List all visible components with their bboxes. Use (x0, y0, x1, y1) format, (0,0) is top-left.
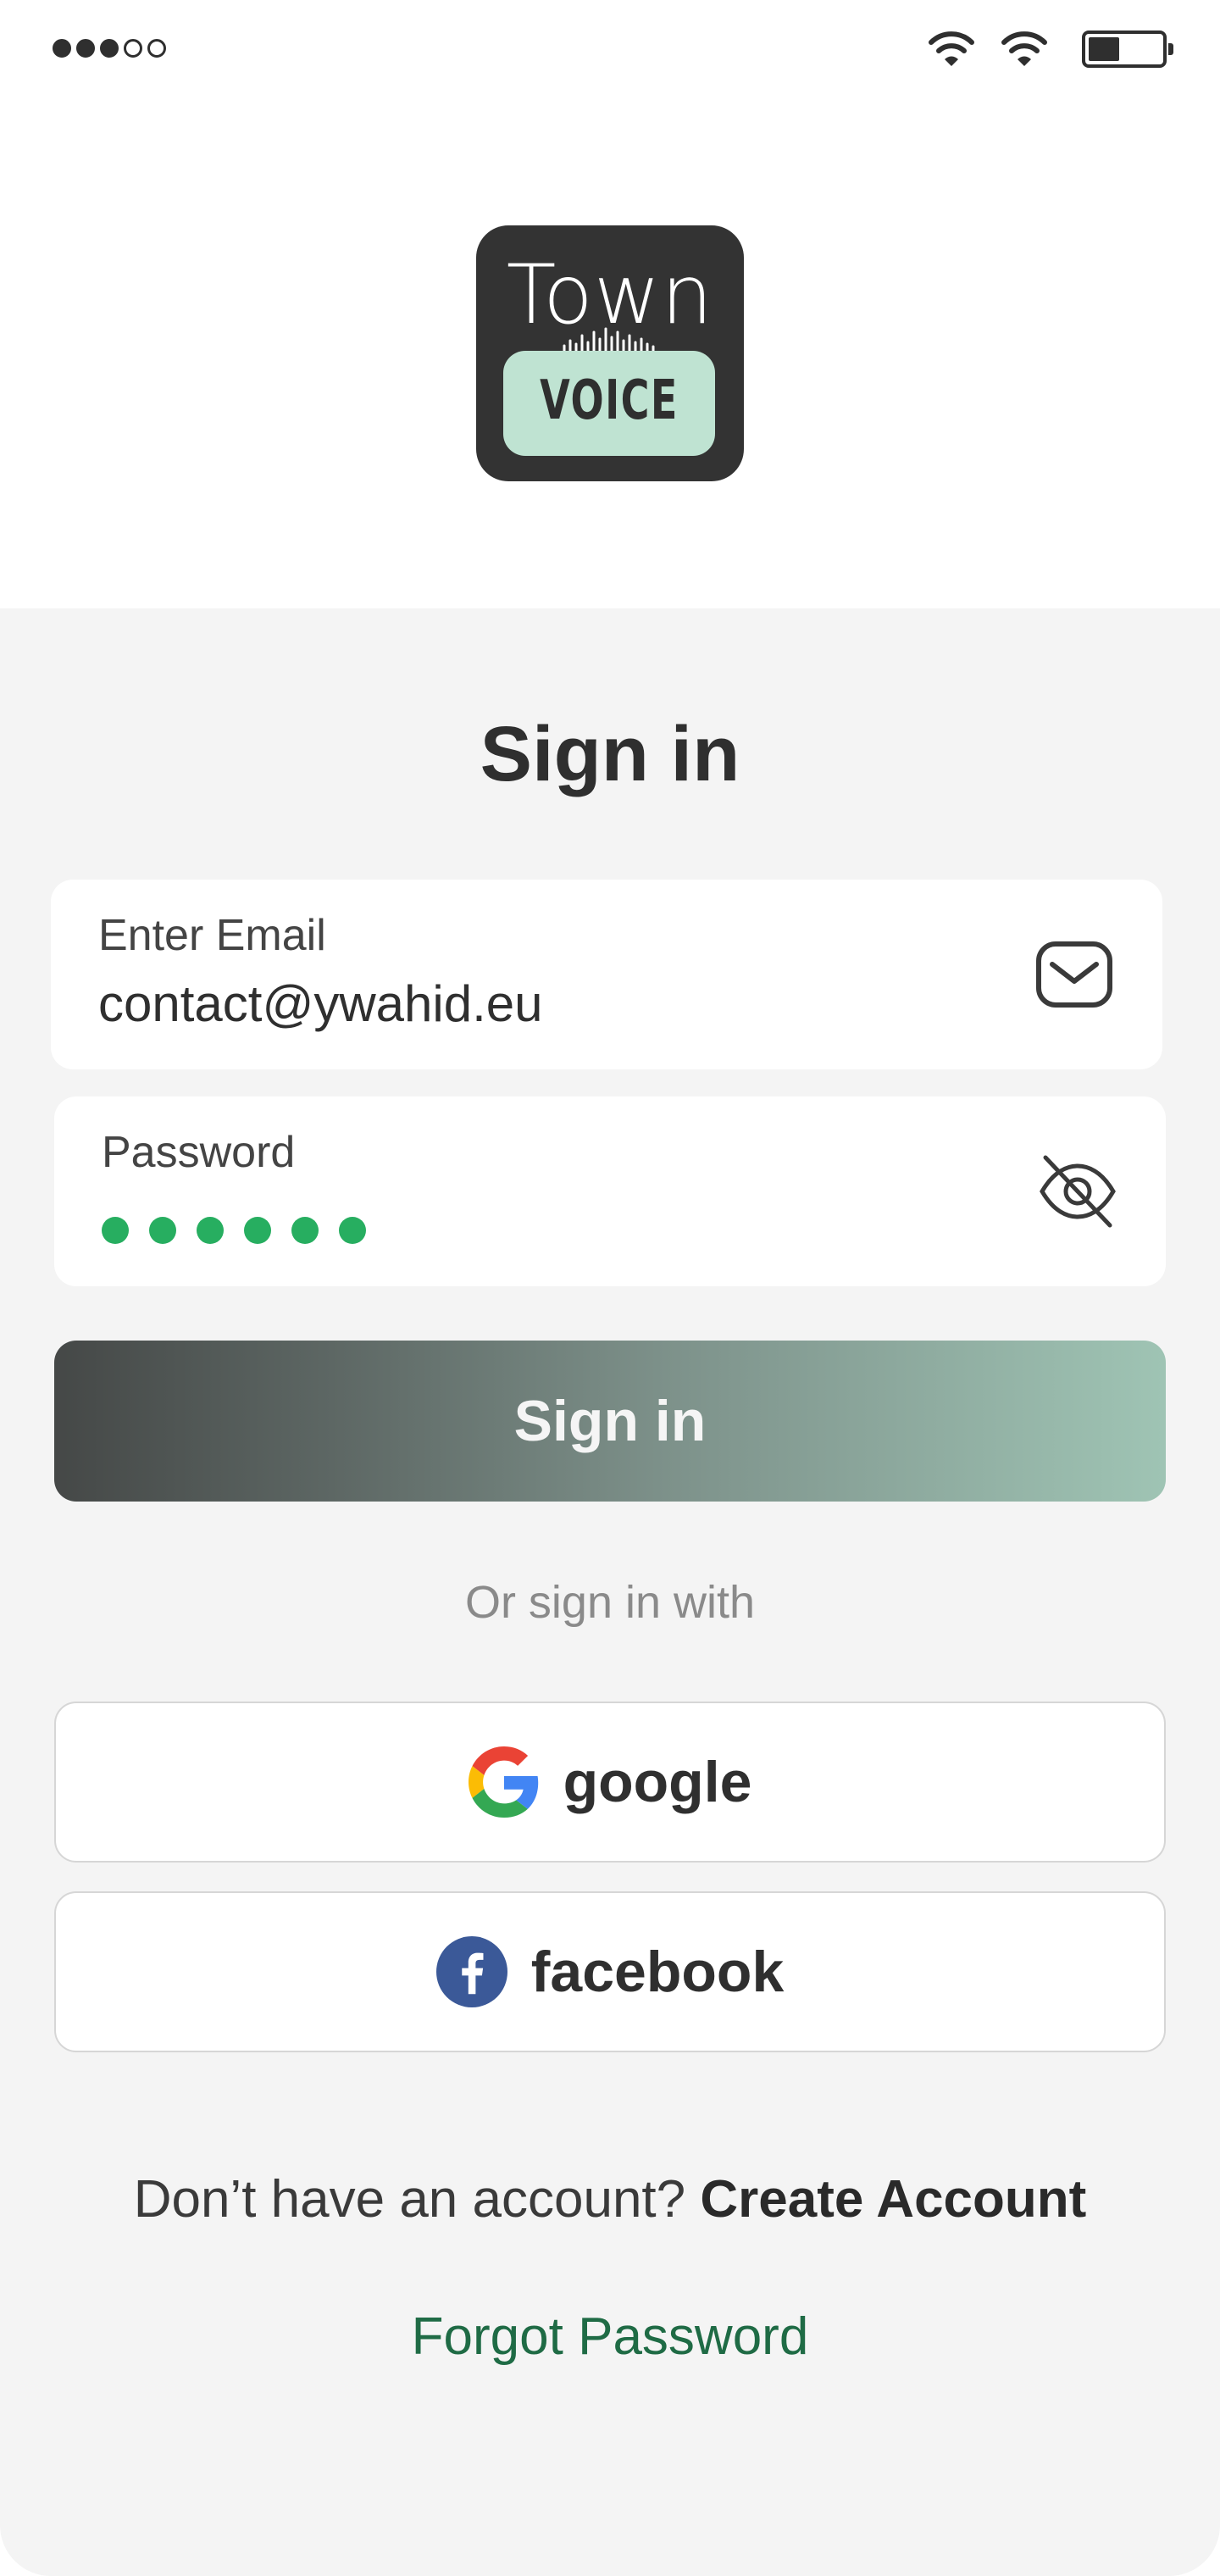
logo-voice-text: VOICE (540, 369, 679, 432)
battery-icon (1082, 31, 1173, 68)
create-account-link[interactable]: Create Account (700, 2170, 1086, 2229)
facebook-label: facebook (530, 1940, 785, 2004)
mail-icon (1036, 941, 1112, 1008)
password-mask-dot (244, 1217, 271, 1244)
wifi-icon (1001, 31, 1047, 66)
password-mask-dot (149, 1217, 176, 1244)
email-label: Enter Email (98, 911, 326, 960)
google-icon (468, 1746, 538, 1818)
facebook-sign-in-button[interactable]: facebook (54, 1891, 1166, 2052)
password-field[interactable]: Password (54, 1096, 1166, 1286)
eye-off-icon[interactable] (1037, 1151, 1118, 1232)
logo-badge: VOICE (503, 351, 715, 456)
email-field[interactable]: Enter Email contact@ywahid.eu (51, 880, 1162, 1069)
create-account-prompt: Don’t have an account? Create Account (0, 2169, 1220, 2229)
google-sign-in-button[interactable]: google (54, 1702, 1166, 1863)
email-input[interactable]: contact@ywahid.eu (98, 974, 543, 1033)
signal-dots-icon (53, 39, 166, 58)
password-label: Password (102, 1128, 296, 1177)
sign-in-button[interactable]: Sign in (54, 1341, 1166, 1502)
facebook-icon (435, 1936, 507, 2007)
wifi-icon (929, 31, 974, 66)
password-input[interactable] (102, 1217, 366, 1244)
google-label: google (563, 1750, 752, 1814)
status-bar (0, 0, 1220, 102)
password-mask-dot (102, 1217, 129, 1244)
password-mask-dot (197, 1217, 224, 1244)
app-logo: Town VOICE (476, 225, 744, 481)
password-mask-dot (339, 1217, 366, 1244)
social-divider-text: Or sign in with (464, 1577, 756, 1628)
sign-in-card: Sign in Enter Email contact@ywahid.eu Pa… (0, 608, 1220, 2576)
password-mask-dot (291, 1217, 319, 1244)
forgot-password-link[interactable]: Forgot Password (0, 2307, 1220, 2367)
page-title: Sign in (480, 711, 740, 797)
account-prompt-text: Don’t have an account? (133, 2170, 701, 2229)
